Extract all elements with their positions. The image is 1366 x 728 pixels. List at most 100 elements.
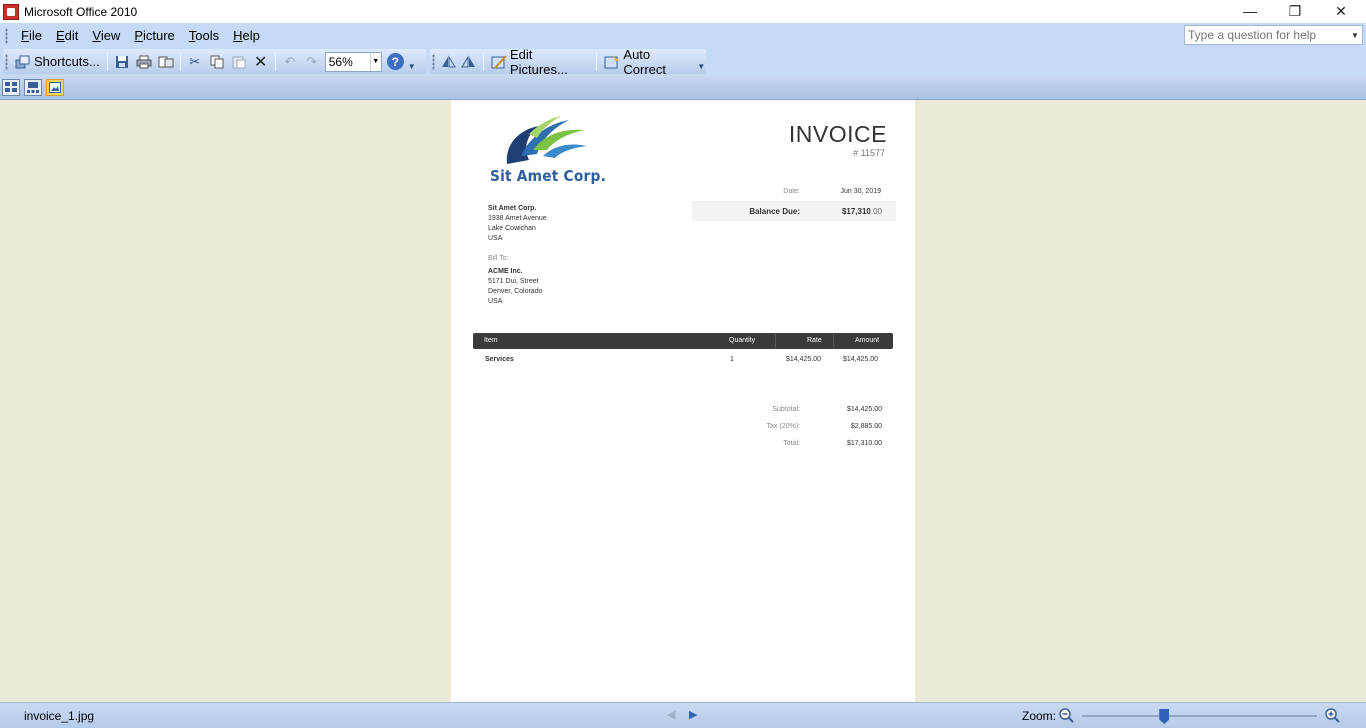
- rotate-right-icon[interactable]: [459, 51, 480, 73]
- shortcuts-icon: [15, 54, 31, 70]
- auto-correct-button[interactable]: Auto Correct: [600, 47, 696, 77]
- picture-toolbar: Edit Pictures... Auto Correct ▼: [430, 47, 706, 77]
- bill-to-label: Bill To:: [488, 255, 509, 262]
- row-quantity: 1: [730, 356, 734, 363]
- column-divider: [775, 333, 776, 349]
- single-picture-view-icon[interactable]: [46, 79, 64, 96]
- help-search-box[interactable]: ▼: [1184, 25, 1363, 45]
- app-icon: [3, 3, 19, 20]
- column-header-item: Item: [484, 337, 498, 344]
- title-bar: Microsoft Office 2010 — ❐ ✕: [0, 0, 1366, 23]
- toolbar-separator: [483, 52, 484, 71]
- tax-label: Tax (20%):: [766, 423, 800, 430]
- edit-pictures-button[interactable]: Edit Pictures...: [487, 47, 593, 77]
- zoom-in-icon[interactable]: [1324, 707, 1340, 723]
- zoom-combobox[interactable]: 56% ▼: [324, 51, 382, 72]
- sender-name: Sit Amet Corp.: [488, 205, 537, 212]
- toolbar-separator: [596, 52, 598, 71]
- print-icon[interactable]: [133, 51, 155, 73]
- row-amount: $14,425.00: [843, 356, 879, 363]
- total-value: $17,310.00: [846, 440, 882, 447]
- chevron-down-icon[interactable]: ▼: [369, 52, 381, 71]
- toolbar-overflow-icon[interactable]: ▼: [407, 49, 417, 74]
- help-icon[interactable]: ?: [386, 53, 404, 70]
- menu-file[interactable]: File: [14, 28, 49, 43]
- previous-picture-icon[interactable]: ◀: [667, 708, 675, 721]
- sender-line3: USA: [488, 235, 503, 242]
- menu-edit[interactable]: Edit: [49, 28, 85, 43]
- edit-pictures-label: Edit Pictures...: [510, 46, 568, 77]
- row-item: Services: [485, 356, 514, 363]
- edit-pictures-icon: [491, 54, 507, 70]
- toolbar-separator: [106, 52, 108, 71]
- close-button[interactable]: ✕: [1318, 0, 1364, 22]
- minimize-button[interactable]: —: [1227, 0, 1273, 22]
- company-logo-icon: [506, 116, 587, 164]
- toolbar-grip-handle[interactable]: [432, 53, 435, 70]
- save-icon[interactable]: [111, 51, 133, 73]
- column-header-amount: Amount: [855, 337, 880, 344]
- column-header-rate: Rate: [807, 337, 822, 344]
- zoom-combobox-value: 56%: [328, 54, 353, 69]
- column-divider: [833, 333, 834, 349]
- invoice-number: # 11577: [853, 148, 885, 158]
- recipient-name: ACME Inc.: [488, 268, 523, 275]
- picture-viewer-area[interactable]: Sit Amet Corp. INVOICE # 11577 Date: Jun…: [0, 100, 1366, 702]
- toolbar-overflow-icon[interactable]: ▼: [696, 49, 706, 74]
- column-header-quantity: Quantity: [729, 337, 756, 344]
- undo-icon[interactable]: ↶: [279, 51, 301, 73]
- menu-tools[interactable]: Tools: [182, 28, 226, 43]
- menu-picture[interactable]: Picture: [127, 28, 181, 43]
- date-label: Date:: [783, 188, 800, 195]
- send-icon[interactable]: [155, 51, 177, 73]
- next-picture-icon[interactable]: ▶: [689, 708, 697, 721]
- menu-grip-handle[interactable]: [5, 27, 8, 44]
- cut-icon[interactable]: ✂: [184, 51, 206, 73]
- balance-due-value: $17,310.00: [842, 207, 882, 216]
- copy-icon[interactable]: [206, 51, 228, 73]
- toolbar-separator: [274, 52, 276, 71]
- paste-icon[interactable]: [228, 51, 250, 73]
- view-mode-bar: [0, 75, 1366, 100]
- recipient-line3: USA: [488, 298, 503, 305]
- recipient-line2: Denver, Colorado: [488, 288, 543, 295]
- delete-icon[interactable]: ✕: [250, 51, 272, 73]
- toolbar-grip-handle[interactable]: [5, 53, 8, 70]
- help-dropdown-arrow-icon[interactable]: ▼: [1348, 26, 1362, 44]
- status-bar: invoice_1.jpg ◀ ▶ Zoom:: [0, 702, 1366, 728]
- shortcuts-label: Shortcuts...: [34, 54, 100, 69]
- menu-help[interactable]: Help: [226, 28, 267, 43]
- sender-address: Sit Amet Corp. 1938 Amet Avenue Lake Cow…: [488, 204, 547, 244]
- filmstrip-view-icon[interactable]: [24, 79, 42, 96]
- rotate-left-icon[interactable]: [438, 51, 459, 73]
- auto-correct-label: Auto Correct: [623, 46, 667, 77]
- shortcuts-button[interactable]: Shortcuts...: [11, 51, 104, 73]
- redo-icon[interactable]: ↷: [301, 51, 323, 73]
- subtotal-value: $14,425.00: [846, 406, 882, 413]
- tax-value: $2,885.00: [850, 423, 882, 430]
- row-rate: $14,425.00: [786, 356, 822, 363]
- recipient-line1: 5171 Dui, Street: [488, 278, 539, 285]
- zoom-out-icon[interactable]: [1058, 707, 1074, 723]
- maximize-button[interactable]: ❐: [1272, 0, 1318, 22]
- invoice-title: INVOICE: [788, 121, 887, 147]
- file-name: invoice_1.jpg: [24, 709, 95, 723]
- zoom-slider-track[interactable]: [1082, 715, 1317, 717]
- toolbar-separator: [179, 52, 181, 71]
- total-label: Total:: [783, 440, 800, 447]
- window-title: Microsoft Office 2010: [24, 4, 138, 19]
- balance-due-cents: .00: [870, 207, 882, 216]
- help-search-input[interactable]: [1185, 28, 1345, 42]
- balance-due-amount: $17,310: [841, 207, 871, 216]
- date-value: Jun 30, 2019: [840, 188, 881, 195]
- company-logo-text: Sit Amet Corp.: [490, 167, 607, 185]
- zoom-label: Zoom:: [1022, 709, 1057, 723]
- items-table-header: Item Quantity Rate Amount: [473, 333, 893, 349]
- menu-view[interactable]: View: [85, 28, 127, 43]
- zoom-slider-thumb[interactable]: [1159, 709, 1170, 724]
- thumbnail-view-icon[interactable]: [2, 79, 20, 96]
- balance-due-label: Balance Due:: [749, 207, 800, 216]
- balance-due-box: Balance Due: $17,310.00: [692, 201, 896, 221]
- sender-line2: Lake Cowichan: [488, 225, 536, 232]
- standard-toolbar: Shortcuts... ✂ ✕ ↶ ↷ 56% ▼ ? ▼: [3, 49, 426, 74]
